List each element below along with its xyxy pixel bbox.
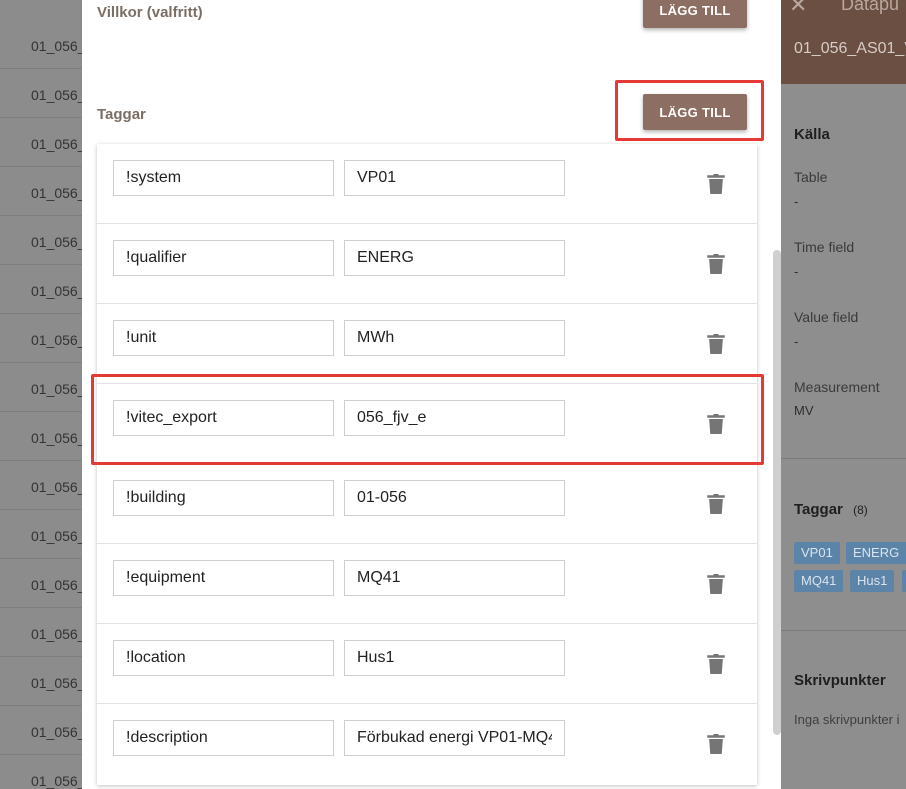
- detail-header: ✕ Datapu 01_056_AS01_V: [781, 0, 906, 84]
- background-list-label: 01_056_: [31, 283, 86, 299]
- detail-subtitle: 01_056_AS01_V: [794, 40, 906, 57]
- tag-row: [97, 224, 757, 304]
- background-list: 01_056_ 01_056_ 01_056_ 01_056_ 01_056_ 01_05…: [0, 0, 86, 789]
- add-condition-button[interactable]: LÄGG TILL: [643, 0, 747, 28]
- delete-icon[interactable]: [707, 254, 725, 274]
- background-list-row[interactable]: 01_056_: [0, 559, 86, 608]
- tag-chip-overflow: [902, 542, 906, 564]
- tag-row: [97, 704, 757, 784]
- tag-chip: Hus1: [850, 570, 895, 592]
- background-list-row[interactable]: 01_056_: [0, 118, 86, 167]
- background-list-label: 01_056_: [31, 332, 86, 348]
- tag-value-input[interactable]: [344, 720, 565, 756]
- tag-value-input[interactable]: [344, 320, 565, 356]
- close-icon[interactable]: ✕: [789, 0, 807, 18]
- tag-row: [97, 464, 757, 544]
- tag-key-input[interactable]: [113, 240, 334, 276]
- background-list-label: 01_056_: [31, 577, 86, 593]
- datapoint-detail-panel: ✕ Datapu 01_056_AS01_V Källa Table - Tim…: [781, 0, 906, 789]
- tags-heading: Taggar (8): [794, 501, 868, 518]
- tag-value-input[interactable]: [344, 240, 565, 276]
- table-label: Table: [794, 169, 828, 185]
- highlight-add-tag: [615, 80, 764, 141]
- background-list-row[interactable]: 01_056_: [0, 461, 86, 510]
- tag-value-input[interactable]: [344, 160, 565, 196]
- background-list-row[interactable]: 01_056_: [0, 69, 86, 118]
- tag-row: [97, 624, 757, 704]
- tag-chip: VP01: [794, 542, 840, 564]
- delete-icon[interactable]: [707, 174, 725, 194]
- background-list-label: 01_056_: [31, 479, 86, 495]
- tag-row: [97, 304, 757, 384]
- divider: [781, 458, 906, 459]
- background-list-row[interactable]: 01_056_: [0, 314, 86, 363]
- background-list-row[interactable]: 01_056_: [0, 20, 86, 69]
- tag-key-input[interactable]: [113, 480, 334, 516]
- delete-icon[interactable]: [707, 494, 725, 514]
- delete-icon[interactable]: [707, 334, 725, 354]
- tag-key-input[interactable]: [113, 320, 334, 356]
- background-list-row[interactable]: 01_056_: [0, 608, 86, 657]
- background-list-label: 01_056_: [31, 381, 86, 397]
- tag-row: [97, 144, 757, 224]
- background-list-row[interactable]: 01_056_: [0, 167, 86, 216]
- background-list-row[interactable]: 01_056_: [0, 216, 86, 265]
- detail-title: Datapu: [841, 0, 900, 14]
- background-list-label: 01_056_: [31, 38, 86, 54]
- background-list-row[interactable]: 01_056_: [0, 510, 86, 559]
- tag-chip: MQ41: [794, 570, 844, 592]
- tag-key-input[interactable]: [113, 640, 334, 676]
- background-list-row[interactable]: 01_056_: [0, 412, 86, 461]
- background-list-row[interactable]: 01_056_: [0, 265, 86, 314]
- tag-value-input[interactable]: [344, 480, 565, 516]
- background-list-label: 01_056_: [31, 136, 86, 152]
- value-field-label: Value field: [794, 309, 859, 325]
- tag-value-input[interactable]: [344, 560, 565, 596]
- highlight-vitec-export-row: [91, 374, 764, 465]
- background-list-row[interactable]: 01_056_: [0, 657, 86, 706]
- background-list-row[interactable]: 01_056_: [0, 363, 86, 412]
- tags-title: Taggar: [97, 106, 146, 123]
- source-heading: Källa: [794, 126, 830, 143]
- delete-icon[interactable]: [707, 654, 725, 674]
- measurement-value: MV: [794, 403, 814, 418]
- delete-icon[interactable]: [707, 574, 725, 594]
- write-points-heading: Skrivpunkter: [794, 672, 886, 689]
- background-list-label: 01_056_: [31, 234, 86, 250]
- delete-icon[interactable]: [707, 734, 725, 754]
- measurement-label: Measurement: [794, 379, 880, 395]
- tag-chip-overflow: [902, 570, 906, 592]
- background-list-label: 01_056_: [31, 724, 86, 740]
- background-list-label: 01_056_: [31, 185, 86, 201]
- table-value: -: [794, 194, 799, 209]
- background-list-row[interactable]: 01_056_: [0, 706, 86, 755]
- tag-key-input[interactable]: [113, 160, 334, 196]
- background-list-label: 01_056_: [31, 528, 86, 544]
- tag-row: [97, 544, 757, 624]
- page: 01_056_ 01_056_ 01_056_ 01_056_ 01_056_ 01_05…: [0, 0, 906, 789]
- dialog-scrollbar[interactable]: [773, 250, 781, 735]
- divider: [781, 630, 906, 631]
- background-list-label: 01_056_: [31, 87, 86, 103]
- tag-chip: ENERG: [846, 542, 906, 564]
- background-list-row[interactable]: 01_056_: [0, 755, 86, 789]
- time-field-label: Time field: [794, 239, 855, 255]
- tag-key-input[interactable]: [113, 560, 334, 596]
- tags-count: (8): [853, 503, 868, 517]
- write-points-empty: Inga skrivpunkter i: [794, 712, 900, 727]
- time-field-value: -: [794, 264, 799, 279]
- background-list-label: 01_056_: [31, 430, 86, 446]
- tag-key-input[interactable]: [113, 720, 334, 756]
- background-list-label: 01_056_: [31, 773, 86, 789]
- background-list-label: 01_056_: [31, 675, 86, 691]
- conditions-title: Villkor (valfritt): [97, 4, 203, 21]
- background-list-label: 01_056_: [31, 626, 86, 642]
- tag-value-input[interactable]: [344, 640, 565, 676]
- value-field-value: -: [794, 334, 799, 349]
